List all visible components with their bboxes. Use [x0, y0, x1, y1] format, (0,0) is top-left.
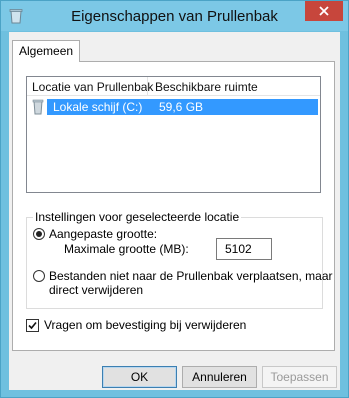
- list-item-space: 59,6 GB: [159, 100, 204, 114]
- radio-dot: [36, 231, 42, 237]
- no-recycle-label[interactable]: Bestanden niet naar de Prullenbak verpla…: [49, 269, 333, 283]
- checkmark-icon: [28, 321, 37, 330]
- close-button[interactable]: [305, 1, 343, 21]
- list-item[interactable]: Lokale schijf (C:) 59,6 GB: [47, 99, 318, 115]
- list-header: Locatie van Prullenbak Beschikbare ruimt…: [27, 77, 320, 96]
- location-list[interactable]: Locatie van Prullenbak Beschikbare ruimt…: [26, 76, 321, 193]
- max-size-label: Maximale grootte (MB):: [64, 242, 189, 256]
- properties-window: Eigenschappen van Prullenbak Algemeen Lo…: [0, 0, 349, 398]
- tab-general[interactable]: Algemeen: [12, 40, 81, 62]
- apply-button[interactable]: Toepassen: [262, 366, 337, 388]
- settings-group: Instellingen voor geselecteerde locatie …: [26, 210, 333, 309]
- column-header-location[interactable]: Locatie van Prullenbak: [32, 80, 153, 94]
- confirm-delete-checkbox[interactable]: [26, 319, 39, 332]
- ok-button[interactable]: OK: [102, 366, 177, 388]
- title-bar[interactable]: Eigenschappen van Prullenbak: [1, 1, 348, 31]
- custom-size-radio[interactable]: [33, 228, 45, 240]
- cancel-button[interactable]: Annuleren: [182, 366, 257, 388]
- no-recycle-radio[interactable]: [33, 270, 45, 282]
- settings-group-title: Instellingen voor geselecteerde locatie: [33, 210, 242, 224]
- dialog-client-area: Algemeen Locatie van Prullenbak Beschikb…: [9, 32, 340, 390]
- column-separator[interactable]: [147, 77, 148, 96]
- list-item-location: Lokale schijf (C:): [53, 100, 143, 114]
- custom-size-label[interactable]: Aangepaste grootte:: [49, 227, 157, 241]
- column-header-space[interactable]: Beschikbare ruimte: [155, 80, 258, 94]
- no-recycle-label-line2[interactable]: direct verwijderen: [49, 283, 143, 297]
- max-size-input[interactable]: 5102: [216, 238, 272, 260]
- confirm-delete-label[interactable]: Vragen om bevestiging bij verwijderen: [44, 318, 246, 332]
- drive-icon: [32, 99, 44, 115]
- tab-panel-general: Locatie van Prullenbak Beschikbare ruimt…: [12, 61, 335, 351]
- window-title: Eigenschappen van Prullenbak: [71, 8, 278, 25]
- close-icon: [319, 6, 329, 16]
